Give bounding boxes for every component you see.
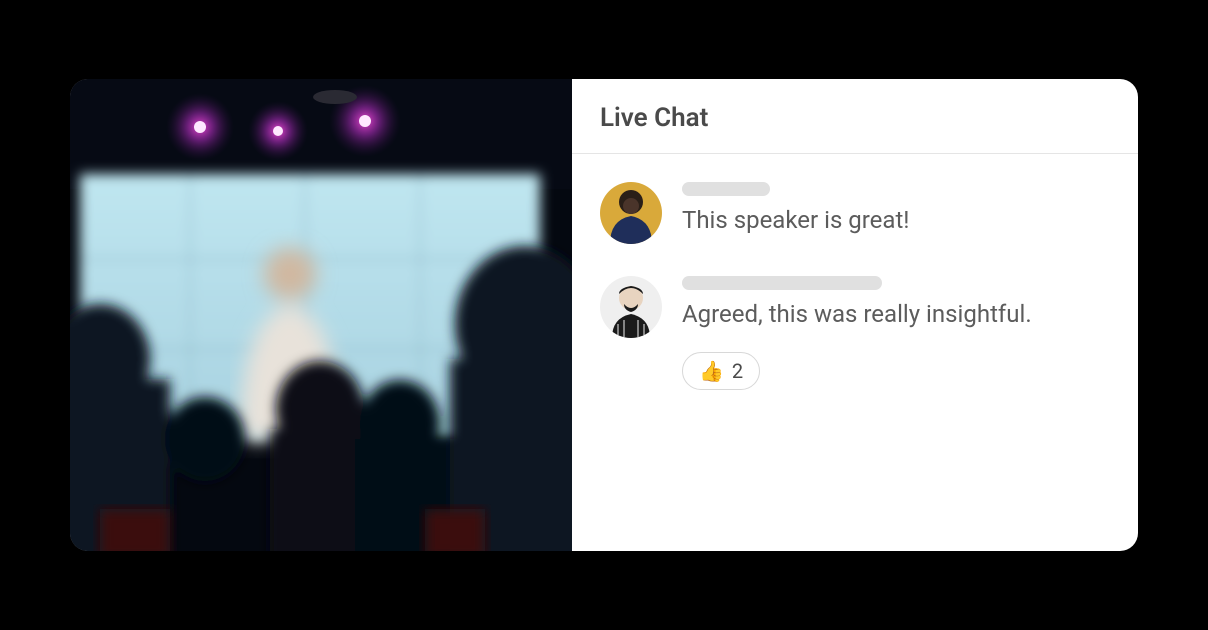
- video-panel: [70, 79, 572, 551]
- avatar: [600, 182, 662, 244]
- username-placeholder: [682, 276, 882, 290]
- chat-title: Live Chat: [600, 103, 1110, 133]
- message-text: This speaker is great!: [682, 204, 1110, 236]
- message-text: Agreed, this was really insightful.: [682, 298, 1110, 330]
- message-body: This speaker is great!: [682, 182, 1110, 236]
- avatar: [600, 276, 662, 338]
- chat-header: Live Chat: [572, 79, 1138, 154]
- chat-message: This speaker is great!: [600, 182, 1110, 244]
- reaction-button[interactable]: 👍 2: [682, 352, 760, 390]
- username-placeholder: [682, 182, 770, 196]
- thumbs-up-icon: 👍: [699, 361, 724, 381]
- chat-panel: Live Chat This speaker is great!: [572, 79, 1138, 551]
- reactions: 👍 2: [682, 352, 1110, 390]
- message-body: Agreed, this was really insightful. 👍 2: [682, 276, 1110, 390]
- presentation-scene: [70, 79, 572, 551]
- message-list: This speaker is great!: [572, 154, 1138, 390]
- live-chat-card: Live Chat This speaker is great!: [70, 79, 1138, 551]
- reaction-count: 2: [732, 359, 743, 383]
- chat-message: Agreed, this was really insightful. 👍 2: [600, 276, 1110, 390]
